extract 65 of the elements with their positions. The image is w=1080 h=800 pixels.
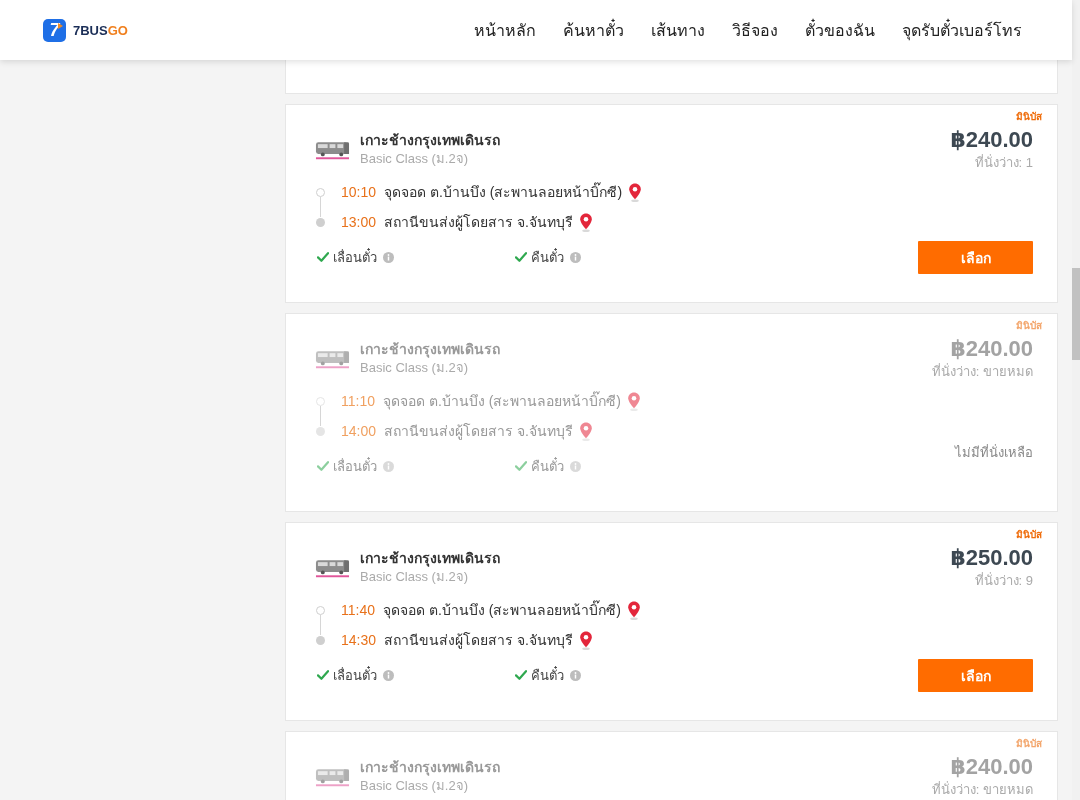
feature-label: คืนตั๋ว <box>531 456 564 476</box>
nav-link[interactable]: หน้าหลัก <box>474 17 536 43</box>
seat-availability: ที่นั่งว่าง: 1 <box>974 154 1033 172</box>
feature-label: เลื่อนตั๋ว <box>333 456 377 476</box>
stop-name: สถานีขนส่งผู้โดยสาร จ.จันทบุรี <box>384 631 573 651</box>
ring-icon <box>316 605 325 615</box>
feature-label: คืนตั๋ว <box>531 247 564 267</box>
info-icon <box>570 669 581 681</box>
stop-time: 11:40 <box>341 602 375 618</box>
map-pin-icon <box>578 421 593 441</box>
info-icon <box>383 669 394 681</box>
ring-icon <box>316 187 325 197</box>
stop-time: 13:00 <box>341 214 377 230</box>
vehicle-type-label: มินิบัส <box>1016 528 1042 542</box>
vehicle-type-label: มินิบัส <box>1016 319 1042 333</box>
stop-name: สถานีขนส่งผู้โดยสาร จ.จันทบุรี <box>384 213 573 233</box>
stop-time: 11:10 <box>341 393 375 409</box>
price: ฿240.00 <box>950 126 1033 154</box>
nav-link[interactable]: วิธีจอง <box>732 17 778 43</box>
price: ฿250.00 <box>950 544 1033 572</box>
seat-availability: ที่นั่งว่าง: ขายหมด <box>931 363 1033 381</box>
nav-link[interactable]: เส้นทาง <box>651 17 705 43</box>
info-icon <box>570 460 581 472</box>
map-pin-icon <box>578 212 593 232</box>
sold-out-note: ไม่มีที่นั่งเหลือ <box>955 444 1033 462</box>
stop-time: 14:30 <box>341 632 377 648</box>
vehicle-type-label: มินิบัส <box>1016 737 1042 751</box>
ring-icon <box>316 396 325 406</box>
map-pin-icon <box>578 630 593 650</box>
stop-name: จุดจอด ต.บ้านบึง (สะพานลอยหน้าบิ๊กซี) <box>384 181 623 203</box>
nav-link[interactable]: ตั๋วของฉัน <box>805 17 875 43</box>
stop-time: 14:00 <box>341 423 377 439</box>
seat-availability: ที่นั่งว่าง: ขายหมด <box>931 781 1033 799</box>
operator-name: เกาะช้างกรุงเทพเดินรถ <box>360 549 500 568</box>
stop-name: สถานีขนส่งผู้โดยสาร จ.จันทบุรี <box>384 422 573 442</box>
bus-class: Basic Class (ม.2จ) <box>360 777 470 795</box>
info-icon <box>570 251 581 263</box>
dot-icon <box>316 426 325 436</box>
map-pin-icon <box>628 182 643 202</box>
feature-label: คืนตั๋ว <box>531 665 564 685</box>
nav-link[interactable]: ค้นหาตั๋ว <box>563 17 624 43</box>
bus-class: Basic Class (ม.2จ) <box>360 568 470 586</box>
price: ฿240.00 <box>950 335 1033 363</box>
feature-label: เลื่อนตั๋ว <box>333 247 377 267</box>
map-pin-icon <box>627 391 641 411</box>
seat-availability: ที่นั่งว่าง: 9 <box>974 572 1033 590</box>
bus-class: Basic Class (ม.2จ) <box>360 150 470 168</box>
vehicle-type-label: มินิบัส <box>1016 110 1042 124</box>
price: ฿240.00 <box>950 753 1033 781</box>
operator-name: เกาะช้างกรุงเทพเดินรถ <box>360 340 500 359</box>
dot-icon <box>316 635 325 645</box>
dot-icon <box>316 217 325 227</box>
bus-class: Basic Class (ม.2จ) <box>360 359 470 377</box>
operator-name: เกาะช้างกรุงเทพเดินรถ <box>360 131 500 150</box>
info-icon <box>383 460 394 472</box>
stop-time: 10:10 <box>341 184 377 200</box>
brand-name: 7BUSGO <box>73 22 128 38</box>
info-icon <box>383 251 394 263</box>
stop-name: จุดจอด ต.บ้านบึง (สะพานลอยหน้าบิ๊กซี) <box>383 390 621 412</box>
feature-label: เลื่อนตั๋ว <box>333 665 377 685</box>
scrollbar-thumb[interactable] <box>1072 268 1080 360</box>
map-pin-icon <box>627 600 641 620</box>
nav-link[interactable]: จุดรับตั๋วเบอร์โทร <box>902 17 1022 43</box>
operator-name: เกาะช้างกรุงเทพเดินรถ <box>360 758 500 777</box>
stop-name: จุดจอด ต.บ้านบึง (สะพานลอยหน้าบิ๊กซี) <box>383 599 621 621</box>
